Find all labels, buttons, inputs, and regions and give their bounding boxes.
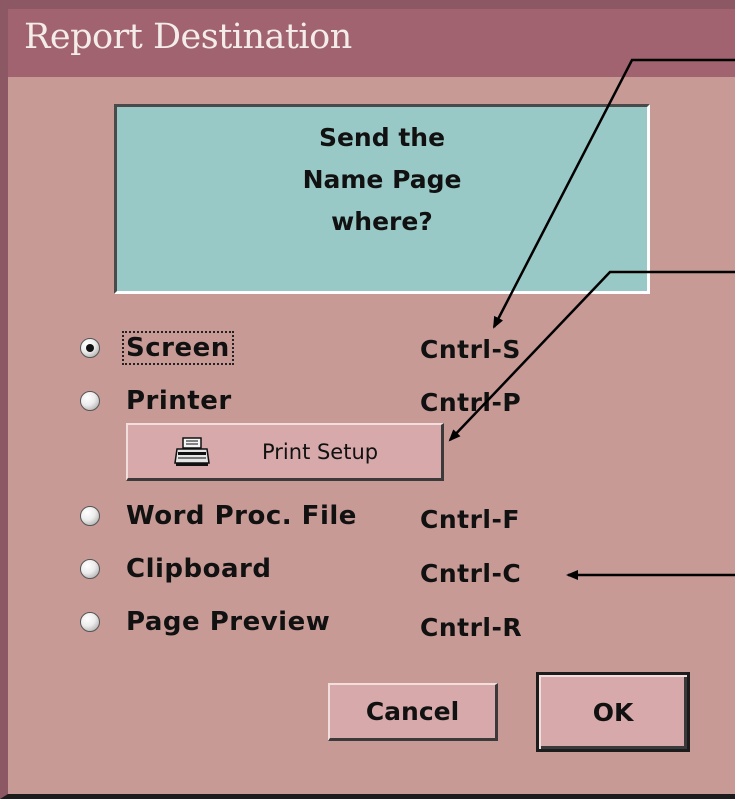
radio-page-preview[interactable] (80, 612, 100, 632)
print-setup-label: Print Setup (262, 439, 379, 464)
option-screen-label[interactable]: Screen (122, 331, 234, 365)
shortcut-printer: Cntrl-P (420, 388, 522, 417)
print-setup-button[interactable]: Print Setup (126, 423, 444, 481)
shortcut-clipboard: Cntrl-C (420, 559, 522, 588)
shortcut-screen: Cntrl-S (420, 335, 521, 364)
printer-icon (174, 436, 210, 466)
radio-word-proc-file[interactable] (80, 506, 100, 526)
dialog-title: Report Destination (24, 17, 352, 57)
option-printer[interactable]: Printer (80, 384, 234, 418)
prompt-panel: Send the Name Page where? (114, 104, 650, 294)
option-printer-label[interactable]: Printer (124, 386, 234, 416)
option-page-preview[interactable]: Page Preview (80, 605, 332, 639)
radio-screen[interactable] (80, 338, 100, 358)
option-word-proc-file[interactable]: Word Proc. File (80, 499, 359, 533)
shortcut-word-proc-file: Cntrl-F (420, 505, 520, 534)
ok-button[interactable]: OK (536, 672, 690, 752)
cancel-button[interactable]: Cancel (328, 683, 498, 741)
option-clipboard[interactable]: Clipboard (80, 552, 273, 586)
option-clipboard-label[interactable]: Clipboard (124, 554, 273, 584)
option-screen[interactable]: Screen (80, 331, 234, 365)
option-page-preview-label[interactable]: Page Preview (124, 607, 332, 637)
radio-printer[interactable] (80, 391, 100, 411)
option-word-proc-file-label[interactable]: Word Proc. File (124, 501, 359, 531)
shortcut-page-preview: Cntrl-R (420, 613, 523, 642)
title-bar[interactable]: Report Destination (8, 9, 735, 77)
prompt-text: Send the Name Page where? (302, 123, 462, 236)
radio-clipboard[interactable] (80, 559, 100, 579)
